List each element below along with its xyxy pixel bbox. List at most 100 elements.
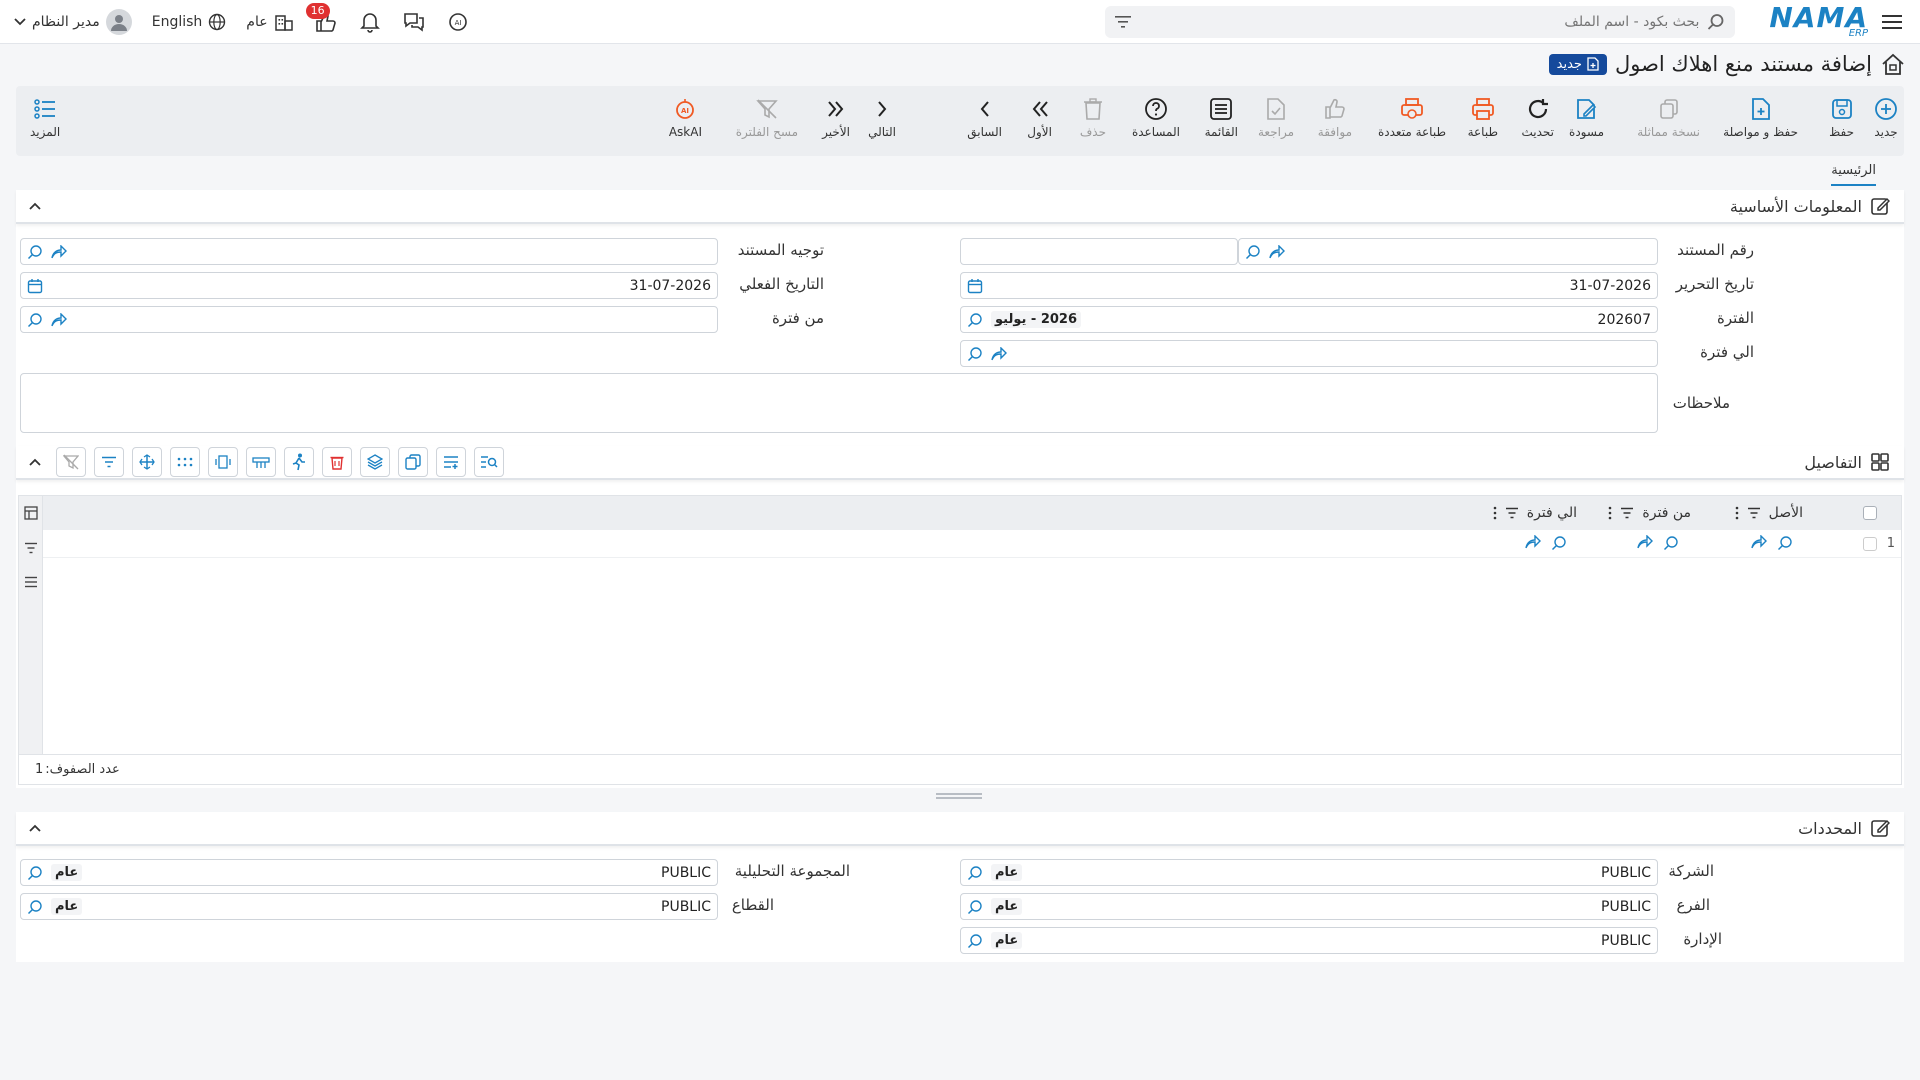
menu-lines-icon[interactable] xyxy=(24,576,38,588)
share-icon[interactable] xyxy=(1637,535,1653,549)
multi-print-button[interactable]: طباعة متعددة xyxy=(1378,96,1446,148)
edit-date-field[interactable]: 31-07-2026 xyxy=(960,272,1658,299)
doc-direction-field[interactable] xyxy=(20,238,718,265)
lookup-search-icon[interactable] xyxy=(967,899,983,915)
ai-assistant-icon[interactable]: AI xyxy=(446,10,470,34)
search-input[interactable] xyxy=(1137,13,1700,30)
analytic-group-field[interactable]: PUBLIC عام xyxy=(20,859,718,886)
fit-width-icon[interactable] xyxy=(208,447,238,477)
sector-field[interactable]: PUBLIC عام xyxy=(20,893,718,920)
language-selector[interactable]: English xyxy=(152,13,227,31)
share-icon[interactable] xyxy=(1525,535,1541,549)
share-icon[interactable] xyxy=(1751,535,1767,549)
lookup-search-icon[interactable] xyxy=(967,312,983,328)
from-period-field[interactable] xyxy=(20,306,718,333)
share-icon[interactable] xyxy=(991,346,1007,361)
save-button[interactable]: حفظ xyxy=(1829,96,1854,148)
new-button[interactable]: جديد xyxy=(1874,96,1898,148)
app-logo[interactable]: NAMA ERP xyxy=(1769,4,1868,39)
layers-icon[interactable] xyxy=(360,447,390,477)
search-icon[interactable] xyxy=(1707,13,1725,31)
prev-button[interactable]: السابق xyxy=(967,96,1002,148)
column-asset[interactable]: الأصل xyxy=(1735,505,1803,521)
duplicate-icon[interactable] xyxy=(398,447,428,477)
refresh-button[interactable]: تحديث xyxy=(1521,96,1554,148)
tab-main[interactable]: الرئيسية xyxy=(1831,163,1876,186)
bell-icon[interactable] xyxy=(358,10,382,34)
calendar-icon[interactable] xyxy=(27,278,43,294)
calendar-icon[interactable] xyxy=(967,278,983,294)
notes-textarea[interactable] xyxy=(20,373,1658,433)
run-icon[interactable] xyxy=(284,447,314,477)
lookup-search-icon[interactable] xyxy=(1551,535,1567,551)
approve-button[interactable]: موافقة xyxy=(1318,96,1352,148)
user-menu[interactable]: مدير النظام xyxy=(14,8,132,35)
to-period-field[interactable] xyxy=(960,340,1658,367)
doc-number-extra-field[interactable] xyxy=(960,238,1238,265)
delete-button[interactable]: حذف xyxy=(1080,96,1106,148)
lookup-search-icon[interactable] xyxy=(967,865,983,881)
share-icon[interactable] xyxy=(1269,244,1285,259)
filter-icon[interactable] xyxy=(1620,507,1634,519)
copy-button[interactable]: نسخة مماثلة xyxy=(1637,96,1700,148)
column-menu-icon[interactable] xyxy=(1735,506,1739,520)
first-button[interactable]: الأول xyxy=(1027,96,1052,148)
dots-grid-icon[interactable] xyxy=(170,447,200,477)
menu-icon[interactable] xyxy=(1878,8,1906,36)
column-from-period[interactable]: من فترة xyxy=(1608,505,1691,521)
add-line-icon[interactable] xyxy=(436,447,466,477)
chevron-up-icon[interactable] xyxy=(28,457,42,467)
select-all-checkbox[interactable] xyxy=(1863,506,1877,520)
doc-number-field[interactable] xyxy=(1238,238,1658,265)
home-icon[interactable] xyxy=(1880,52,1906,76)
table-icon[interactable] xyxy=(246,447,276,477)
columns-icon[interactable] xyxy=(23,506,38,520)
period-field[interactable]: 202607 2026 - يوليو xyxy=(960,306,1658,333)
chat-icon[interactable] xyxy=(402,10,426,34)
chevron-up-icon[interactable] xyxy=(28,201,42,211)
branch-field[interactable]: PUBLIC عام xyxy=(960,893,1658,920)
print-button[interactable]: طباعة xyxy=(1468,96,1498,148)
more-button[interactable]: المزيد xyxy=(30,96,60,148)
last-button[interactable]: الأخير xyxy=(822,96,850,148)
row-checkbox[interactable] xyxy=(1863,537,1877,551)
share-icon[interactable] xyxy=(51,312,67,327)
actual-date-field[interactable]: 31-07-2026 xyxy=(20,272,718,299)
filter-icon[interactable] xyxy=(1115,15,1132,29)
column-menu-icon[interactable] xyxy=(1608,506,1612,520)
column-to-period[interactable]: الي فترة xyxy=(1493,505,1577,521)
lookup-search-icon[interactable] xyxy=(27,899,43,915)
filter-lines-icon[interactable] xyxy=(94,447,124,477)
table-row[interactable]: 1 xyxy=(41,530,1901,558)
company-field[interactable]: PUBLIC عام xyxy=(960,859,1658,886)
share-icon[interactable] xyxy=(51,244,67,259)
lookup-search-icon[interactable] xyxy=(1245,244,1261,260)
public-selector[interactable]: عام xyxy=(246,13,293,31)
delete-row-icon[interactable] xyxy=(322,447,352,477)
column-menu-icon[interactable] xyxy=(1493,506,1497,520)
next-button[interactable]: التالي xyxy=(868,96,896,148)
save-continue-button[interactable]: حفظ و مواصلة xyxy=(1723,96,1798,148)
review-button[interactable]: مراجعة xyxy=(1258,96,1294,148)
clear-filter-button[interactable]: مسح الفلترة xyxy=(736,96,798,148)
resize-handle[interactable] xyxy=(936,793,982,799)
lookup-search-icon[interactable] xyxy=(1663,535,1679,551)
lookup-search-icon[interactable] xyxy=(27,865,43,881)
help-button[interactable]: المساعدة xyxy=(1132,96,1180,148)
filter-icon[interactable] xyxy=(1505,507,1519,519)
filter-icon[interactable] xyxy=(24,542,38,554)
askai-button[interactable]: AI AskAI xyxy=(669,96,702,148)
chevron-up-icon[interactable] xyxy=(28,823,42,833)
lookup-search-icon[interactable] xyxy=(27,312,43,328)
draft-button[interactable]: مسودة xyxy=(1569,96,1604,148)
lookup-search-icon[interactable] xyxy=(967,933,983,949)
approvals-icon[interactable]: 16 xyxy=(305,2,338,34)
list-button[interactable]: القائمة xyxy=(1205,96,1238,148)
lookup-search-icon[interactable] xyxy=(1777,535,1793,551)
filter-icon[interactable] xyxy=(1747,507,1761,519)
filter-off-icon[interactable] xyxy=(56,447,86,477)
department-field[interactable]: PUBLIC عام xyxy=(960,927,1658,954)
lookup-search-icon[interactable] xyxy=(967,346,983,362)
move-icon[interactable] xyxy=(132,447,162,477)
zoom-list-icon[interactable] xyxy=(474,447,504,477)
